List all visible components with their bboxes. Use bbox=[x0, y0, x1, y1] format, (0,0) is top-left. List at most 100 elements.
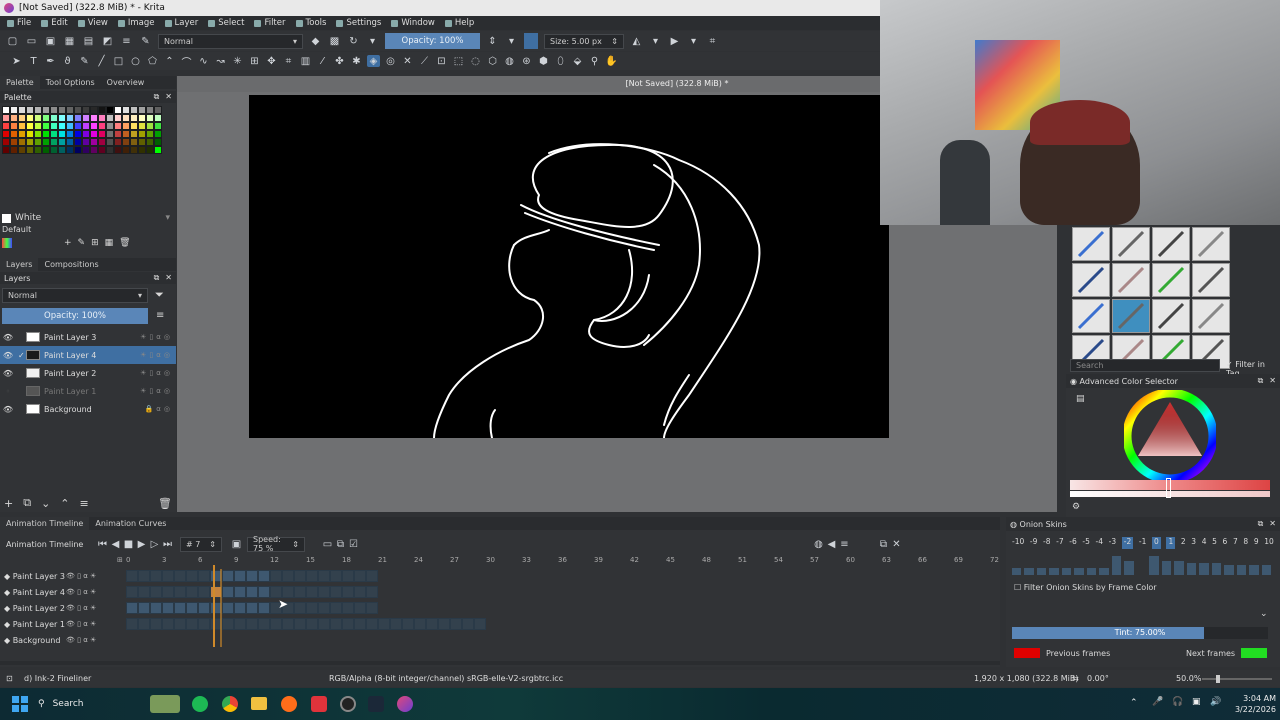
freehand-brush-icon[interactable]: ✎ bbox=[78, 55, 91, 67]
float-icon[interactable]: ⧉ bbox=[154, 273, 160, 283]
palette-swatch[interactable] bbox=[114, 138, 122, 146]
close-icon[interactable]: ✕ bbox=[890, 538, 903, 550]
alpha-icon[interactable]: α bbox=[156, 387, 161, 395]
timeline-empty-cell[interactable] bbox=[138, 618, 150, 630]
timeline-empty-cell[interactable] bbox=[222, 618, 234, 630]
onion-opacity-bar[interactable] bbox=[1236, 565, 1247, 575]
timeline-empty-cell[interactable] bbox=[126, 570, 138, 582]
add-layer-icon[interactable]: + bbox=[4, 497, 13, 510]
palette-swatch[interactable] bbox=[122, 122, 130, 130]
timeline-empty-cell[interactable] bbox=[402, 618, 414, 630]
palette-swatch[interactable] bbox=[154, 138, 162, 146]
palette-swatch[interactable] bbox=[50, 146, 58, 154]
add-icon[interactable]: + bbox=[64, 238, 72, 248]
onion-frame-number[interactable]: 4 bbox=[1202, 537, 1207, 549]
frame-number-field[interactable]: # 7 ⇕ bbox=[180, 536, 222, 552]
inherit-icon[interactable]: ◎ bbox=[164, 387, 170, 395]
menu-view[interactable]: View bbox=[73, 18, 113, 28]
timeline-keyframe[interactable] bbox=[246, 570, 258, 582]
palette-swatch[interactable] bbox=[130, 106, 138, 114]
timeline-row[interactable]: ◆ Paint Layer 2 👁 ▯ α ☀ bbox=[0, 600, 1000, 616]
timeline-empty-cell[interactable] bbox=[306, 602, 318, 614]
timeline-empty-cell[interactable] bbox=[126, 618, 138, 630]
menu-icon[interactable]: ≡ bbox=[156, 310, 164, 321]
timeline-empty-cell[interactable] bbox=[354, 618, 366, 630]
timeline-empty-cell[interactable] bbox=[174, 586, 186, 598]
import-icon[interactable]: ⊞ bbox=[91, 238, 99, 248]
palette-swatch[interactable] bbox=[2, 106, 10, 114]
palette-swatch[interactable] bbox=[66, 114, 74, 122]
chevron-down-icon[interactable]: ▾ bbox=[165, 213, 170, 223]
tab-animation-curves[interactable]: Animation Curves bbox=[89, 517, 172, 530]
inherit-icon[interactable]: ◎ bbox=[164, 369, 170, 377]
timeline-keyframe[interactable] bbox=[174, 602, 186, 614]
spin-icon[interactable]: ⇕ bbox=[486, 35, 499, 47]
freehand-select-icon[interactable]: ◍ bbox=[503, 55, 516, 67]
palette-swatch[interactable] bbox=[34, 138, 42, 146]
close-icon[interactable]: ✕ bbox=[1269, 376, 1276, 386]
timeline-empty-cell[interactable] bbox=[306, 618, 318, 630]
timeline-empty-cell[interactable] bbox=[186, 586, 198, 598]
status-color-space[interactable]: RGB/Alpha (8-bit integer/channel) sRGB-e… bbox=[329, 674, 563, 683]
palette-swatch[interactable] bbox=[66, 138, 74, 146]
timeline-empty-cell[interactable] bbox=[162, 618, 174, 630]
timeline-empty-cell[interactable] bbox=[294, 586, 306, 598]
timeline-empty-cell[interactable] bbox=[246, 618, 258, 630]
palette-swatch[interactable] bbox=[114, 146, 122, 154]
inherit-icon[interactable]: ◎ bbox=[164, 351, 170, 359]
settings-icon[interactable]: ⚙ bbox=[1072, 502, 1080, 512]
onion-frame-number[interactable]: -1 bbox=[1139, 537, 1146, 549]
onion-opacity-bar[interactable] bbox=[1224, 565, 1234, 575]
color-bar-handle[interactable] bbox=[1166, 478, 1171, 498]
onion-opacity-bar[interactable] bbox=[1086, 567, 1097, 575]
brush-preset[interactable] bbox=[1192, 263, 1230, 297]
layer-row[interactable]: 👁 Background 🔒 α ◎ bbox=[0, 400, 176, 418]
palette-swatch[interactable] bbox=[146, 106, 154, 114]
timeline-keyframe[interactable] bbox=[246, 586, 258, 598]
play-icon[interactable]: ▶ bbox=[135, 538, 148, 550]
timeline-layer-icons[interactable]: 👁 ▯ α ☀ bbox=[66, 636, 96, 644]
onion-frame-number[interactable]: -3 bbox=[1109, 537, 1116, 549]
palette-swatch[interactable] bbox=[58, 138, 66, 146]
palette-swatch[interactable] bbox=[82, 106, 90, 114]
open-document-icon[interactable]: ▭ bbox=[25, 35, 38, 47]
timeline-empty-cell[interactable] bbox=[366, 586, 378, 598]
menu-tools[interactable]: Tools bbox=[291, 18, 332, 28]
alpha-lock-icon[interactable]: ▩ bbox=[328, 35, 341, 47]
playhead[interactable] bbox=[213, 565, 215, 647]
reload-icon[interactable]: ↻ bbox=[347, 35, 360, 47]
onion-opacity-bar[interactable] bbox=[1036, 567, 1047, 575]
size-slider[interactable]: Size: 5.00 px ⇕ bbox=[544, 33, 624, 49]
pan-tool-icon[interactable]: ✋ bbox=[605, 55, 618, 67]
palette-swatch[interactable] bbox=[34, 146, 42, 154]
color-swap-icon[interactable]: ◩ bbox=[101, 35, 114, 47]
palette-swatch[interactable] bbox=[18, 106, 26, 114]
palette-swatches[interactable] bbox=[2, 106, 176, 154]
timeline-layer-icons[interactable]: 👁 ▯ α ☀ bbox=[66, 604, 96, 612]
palette-swatch[interactable] bbox=[18, 114, 26, 122]
onion-frame-number[interactable]: 6 bbox=[1223, 537, 1228, 549]
tab-overview[interactable]: Overview bbox=[101, 76, 151, 89]
bezier-select-icon[interactable]: ⬯ bbox=[554, 55, 567, 67]
palette-swatch[interactable] bbox=[90, 130, 98, 138]
alpha-icon[interactable]: α bbox=[156, 369, 161, 377]
settings-list-icon[interactable]: ▤ bbox=[1076, 394, 1085, 404]
brush-preset[interactable] bbox=[1072, 299, 1110, 333]
palette-swatch[interactable] bbox=[74, 130, 82, 138]
eye-icon[interactable]: 👁 bbox=[0, 369, 16, 378]
status-brush[interactable]: d) Ink-2 Fineliner bbox=[24, 674, 91, 683]
onion-frame-number[interactable]: 9 bbox=[1254, 537, 1259, 549]
palette-icon[interactable] bbox=[2, 238, 12, 248]
drawing-canvas[interactable] bbox=[249, 95, 889, 439]
timeline-row[interactable]: ◆ Paint Layer 1 👁 ▯ α ☀ bbox=[0, 616, 1000, 632]
layer-properties-icon[interactable]: ≡ bbox=[80, 497, 89, 510]
palette-swatch[interactable] bbox=[66, 130, 74, 138]
tab-animation-timeline[interactable]: Animation Timeline bbox=[0, 517, 90, 530]
move-down-icon[interactable]: ⌄ bbox=[41, 497, 50, 510]
timeline-empty-cell[interactable] bbox=[318, 618, 330, 630]
palette-swatch[interactable] bbox=[18, 130, 26, 138]
frame-ruler[interactable]: ⊞ 0 3 6 9 12 15 18 21 24 27 30 33 36 39 42 45 48 51 54 57 60… bbox=[0, 555, 1000, 567]
duplicate-layer-icon[interactable]: ⧉ bbox=[23, 496, 31, 510]
palette-swatch[interactable] bbox=[146, 130, 154, 138]
lock-icon[interactable]: 🔒 bbox=[145, 405, 154, 413]
